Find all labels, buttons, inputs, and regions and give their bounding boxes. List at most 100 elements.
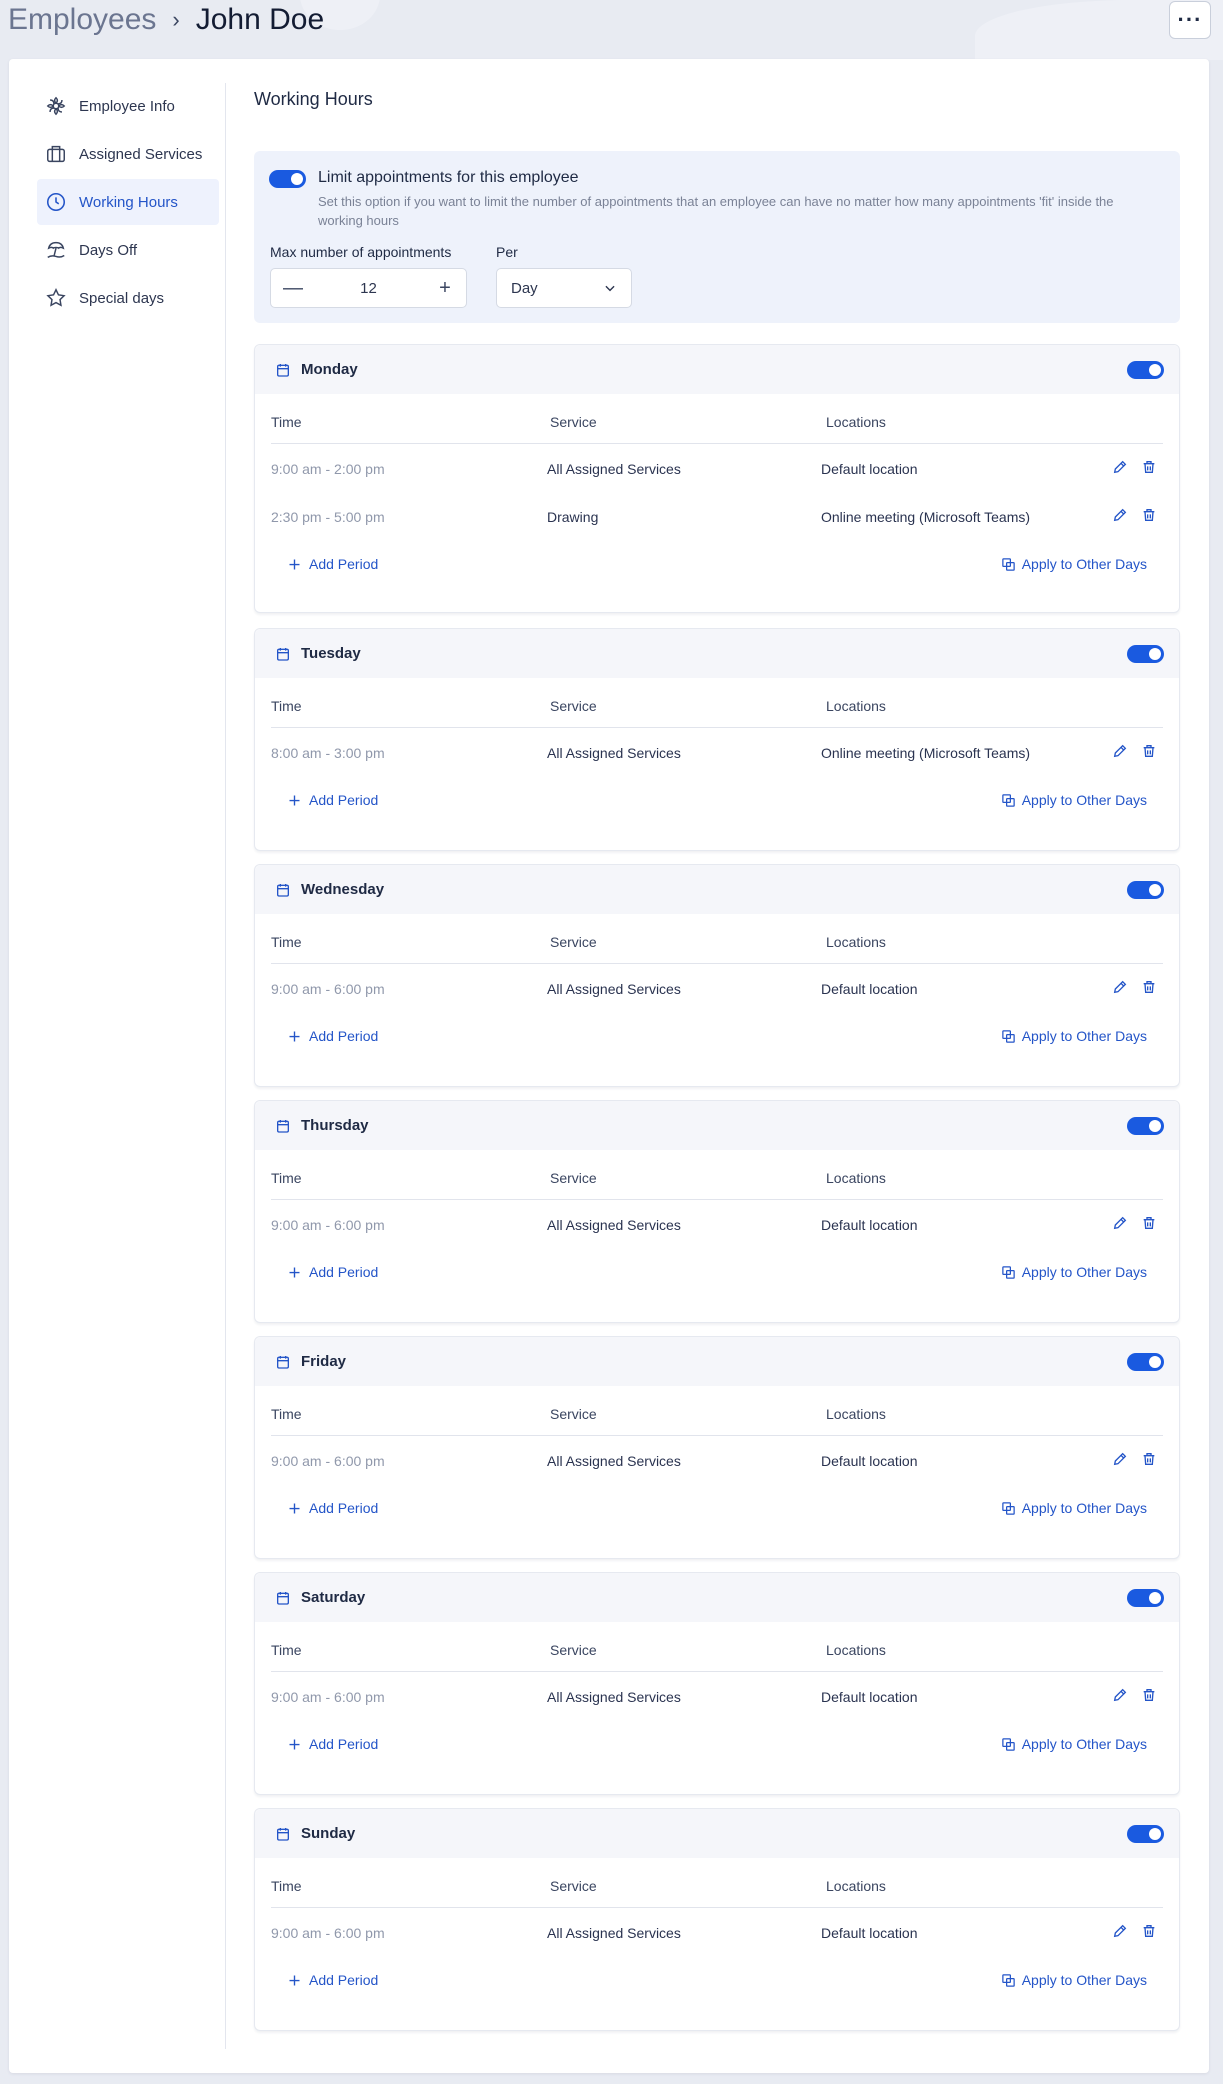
day-name: Monday [301,361,358,378]
apply-to-other-days-label: Apply to Other Days [1021,1972,1147,1988]
column-header-service: Service [550,1406,597,1422]
apply-to-other-days-button[interactable]: Apply to Other Days [1001,792,1147,808]
apply-to-other-days-button[interactable]: Apply to Other Days [1001,556,1147,572]
trash-icon[interactable] [1141,1923,1157,1939]
table-row: 2:30 pm - 5:00 pm Drawing Online meeting (… [271,492,1163,540]
add-period-button[interactable]: Add Period [287,1500,378,1516]
column-header-service: Service [550,1878,597,1894]
copy-icon [1001,557,1015,571]
plus-icon [289,795,300,805]
day-footer: Add Period Apply to Other Days [271,776,1163,824]
copy-icon [1001,793,1015,807]
limit-appointments-description: Set this option if you want to limit the… [318,194,1114,228]
calendar-icon [277,1355,289,1369]
period-time: 2:30 pm - 5:00 pm [271,509,385,525]
day-enabled-toggle[interactable] [1127,1589,1164,1607]
plus-icon [289,1267,300,1277]
day-name: Wednesday [301,881,385,898]
day-enabled-toggle[interactable] [1127,1353,1164,1371]
pencil-icon[interactable] [1112,1923,1128,1939]
add-period-button[interactable]: Add Period [287,1972,378,1988]
period-time: 8:00 am - 3:00 pm [271,745,385,761]
period-table-header: Time Service Locations [271,1858,1163,1908]
column-header-service: Service [550,934,597,950]
apply-to-other-days-button[interactable]: Apply to Other Days [1001,1028,1147,1044]
column-header-time: Time [271,414,302,430]
period-time: 9:00 am - 6:00 pm [271,981,385,997]
table-row: 9:00 am - 6:00 pm All Assigned Services De… [271,1436,1163,1484]
day-enabled-toggle[interactable] [1127,361,1164,379]
day-header: Sunday [255,1809,1179,1858]
breadcrumb-employees-link[interactable]: Employees [8,3,156,37]
trash-icon[interactable] [1141,1451,1157,1467]
add-period-button[interactable]: Add Period [287,556,378,572]
pencil-icon[interactable] [1112,979,1128,995]
flower-icon [46,96,66,116]
calendar-icon [277,1591,289,1605]
copy-icon [1001,1029,1015,1043]
day-enabled-toggle[interactable] [1127,1117,1164,1135]
period-service: All Assigned Services [547,1925,681,1941]
sidebar-item-employee-info[interactable]: Employee Info [37,83,219,129]
period-time: 9:00 am - 2:00 pm [271,461,385,477]
apply-to-other-days-button[interactable]: Apply to Other Days [1001,1500,1147,1516]
column-header-locations: Locations [826,934,886,950]
increment-button[interactable]: + [436,277,454,300]
apply-to-other-days-button[interactable]: Apply to Other Days [1001,1264,1147,1280]
per-select[interactable]: Day [496,268,632,308]
trash-icon[interactable] [1141,1215,1157,1231]
beach-umbrella-icon [47,241,65,258]
sidebar-item-assigned-services[interactable]: Assigned Services [37,131,219,177]
add-period-button[interactable]: Add Period [287,792,378,808]
day-enabled-toggle[interactable] [1127,1825,1164,1843]
day-header: Saturday [255,1573,1179,1622]
pencil-icon[interactable] [1112,743,1128,759]
apply-to-other-days-button[interactable]: Apply to Other Days [1001,1736,1147,1752]
period-location: Default location [821,1217,918,1233]
breadcrumb: Employees › John Doe [8,2,324,38]
trash-icon[interactable] [1141,507,1157,523]
sidebar-item-label: Employee Info [79,97,175,115]
day-header: Thursday [255,1101,1179,1150]
apply-to-other-days-button[interactable]: Apply to Other Days [1001,1972,1147,1988]
day-enabled-toggle[interactable] [1127,881,1164,899]
period-location: Default location [821,461,918,477]
add-period-button[interactable]: Add Period [287,1264,378,1280]
max-appointments-value[interactable]: 12 [360,280,377,297]
sidebar-item-special-days[interactable]: Special days [37,275,219,321]
copy-icon [1001,1737,1015,1751]
content-card: Employee Info Assigned Services Working … [9,59,1209,2073]
table-row: 9:00 am - 6:00 pm All Assigned Services De… [271,1200,1163,1248]
day-card-thursday: Thursday Time Service Locations 9:00 am - 6:… [254,1100,1180,1323]
pencil-icon[interactable] [1112,1687,1128,1703]
decrement-button[interactable]: — [283,277,303,300]
day-name: Sunday [301,1825,356,1842]
limit-appointments-toggle[interactable] [269,170,306,188]
pencil-icon[interactable] [1112,459,1128,475]
add-period-button[interactable]: Add Period [287,1736,378,1752]
apply-to-other-days-label: Apply to Other Days [1021,1264,1147,1280]
period-actions [1112,1215,1157,1231]
per-select-value: Day [511,279,538,297]
plus-icon [289,1031,300,1041]
pencil-icon[interactable] [1112,507,1128,523]
more-options-button[interactable]: ··· [1169,1,1211,39]
day-enabled-toggle[interactable] [1127,645,1164,663]
column-header-locations: Locations [826,414,886,430]
add-period-label: Add Period [309,1028,379,1044]
add-period-button[interactable]: Add Period [287,1028,378,1044]
sidebar-item-working-hours[interactable]: Working Hours [37,179,219,225]
sidebar-item-days-off[interactable]: Days Off [37,227,219,273]
pencil-icon[interactable] [1112,1451,1128,1467]
trash-icon[interactable] [1141,459,1157,475]
trash-icon[interactable] [1141,1687,1157,1703]
pencil-icon[interactable] [1112,1215,1128,1231]
copy-icon [1001,1265,1015,1279]
day-card-saturday: Saturday Time Service Locations 9:00 am - 6:… [254,1572,1180,1795]
period-service: All Assigned Services [547,745,681,761]
trash-icon[interactable] [1141,743,1157,759]
max-appointments-label: Max number of appointments [270,244,452,260]
day-header: Tuesday [255,629,1179,678]
column-header-locations: Locations [826,698,886,714]
trash-icon[interactable] [1141,979,1157,995]
